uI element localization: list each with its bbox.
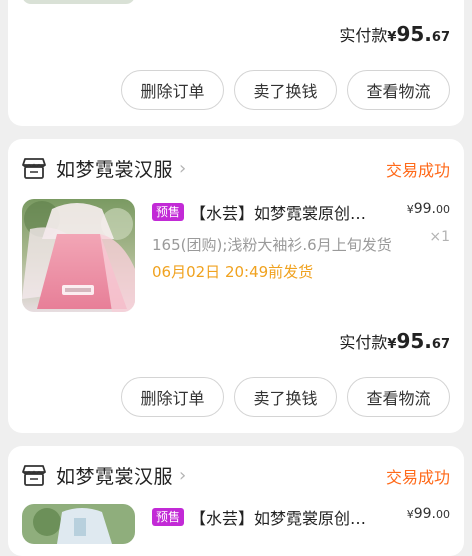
store-name: 如梦霓裳汉服	[56, 158, 174, 181]
price-currency: ¥	[406, 203, 414, 216]
product-info[interactable]: 预售 【水芸】如梦霓裳原创… ¥99.00 ×1 165(团购);浅粉大袖衫.6…	[152, 201, 450, 282]
payment-total: 实付款¥95.67	[339, 329, 450, 353]
product-price: ¥99.00	[407, 201, 450, 217]
payment-decimal: 67	[431, 337, 450, 352]
product-image[interactable]	[22, 504, 135, 544]
price-decimal: 00	[436, 508, 450, 521]
payment-decimal: 67	[431, 30, 450, 45]
payment-amount: 95.	[396, 329, 432, 353]
price-int: 99.	[413, 201, 436, 217]
product-title: 【水芸】如梦霓裳原创…	[190, 204, 367, 223]
action-buttons: 删除订单 卖了换钱 查看物流	[121, 377, 450, 417]
presale-badge: 预售	[152, 203, 185, 221]
product-info[interactable]: 预售 【水芸】如梦霓裳原创… ¥99.00	[152, 506, 450, 528]
delete-order-button[interactable]: 删除订单	[121, 377, 224, 417]
store-name: 如梦霓裳汉服	[56, 465, 174, 488]
payment-total: 实付款¥95.67	[339, 22, 450, 46]
ship-deadline: 06月02日 20:49前发货	[152, 263, 314, 281]
payment-amount: 95.	[396, 22, 432, 46]
payment-label: 实付款	[339, 333, 388, 352]
order-card-1: 实付款¥95.67 删除订单 卖了换钱 查看物流	[8, 0, 464, 126]
product-spec: 165(团购);浅粉大袖衫.6月上旬发货	[152, 236, 392, 254]
product-image[interactable]	[22, 199, 135, 312]
chevron-right-icon: ›	[179, 464, 187, 486]
action-buttons: 删除订单 卖了换钱 查看物流	[121, 70, 450, 110]
view-logistics-button[interactable]: 查看物流	[347, 377, 450, 417]
resell-button[interactable]: 卖了换钱	[234, 70, 337, 110]
product-title: 【水芸】如梦霓裳原创…	[190, 509, 367, 528]
price-int: 99.	[413, 506, 436, 522]
order-status: 交易成功	[385, 161, 450, 180]
store-header[interactable]: 如梦霓裳汉服 › 交易成功	[22, 460, 450, 490]
order-card-3: 如梦霓裳汉服 › 交易成功 预售 【水芸】如梦霓裳原创… ¥99.00	[8, 446, 464, 556]
store-icon	[22, 464, 46, 486]
price-decimal: 00	[436, 203, 450, 216]
product-image[interactable]	[22, 0, 135, 4]
product-quantity: ×1	[429, 229, 450, 245]
product-price: ¥99.00	[407, 506, 450, 522]
order-status: 交易成功	[385, 468, 450, 487]
presale-badge: 预售	[152, 508, 185, 526]
store-icon	[22, 157, 46, 179]
resell-button[interactable]: 卖了换钱	[234, 377, 337, 417]
chevron-right-icon: ›	[179, 157, 187, 179]
store-header[interactable]: 如梦霓裳汉服 › 交易成功	[22, 153, 450, 183]
payment-label: 实付款	[339, 26, 388, 45]
order-card-2: 如梦霓裳汉服 › 交易成功 预售 【水芸】如梦霓裳原创… ¥99.00 ×1 1…	[8, 139, 464, 433]
view-logistics-button[interactable]: 查看物流	[347, 70, 450, 110]
delete-order-button[interactable]: 删除订单	[121, 70, 224, 110]
price-currency: ¥	[406, 508, 414, 521]
